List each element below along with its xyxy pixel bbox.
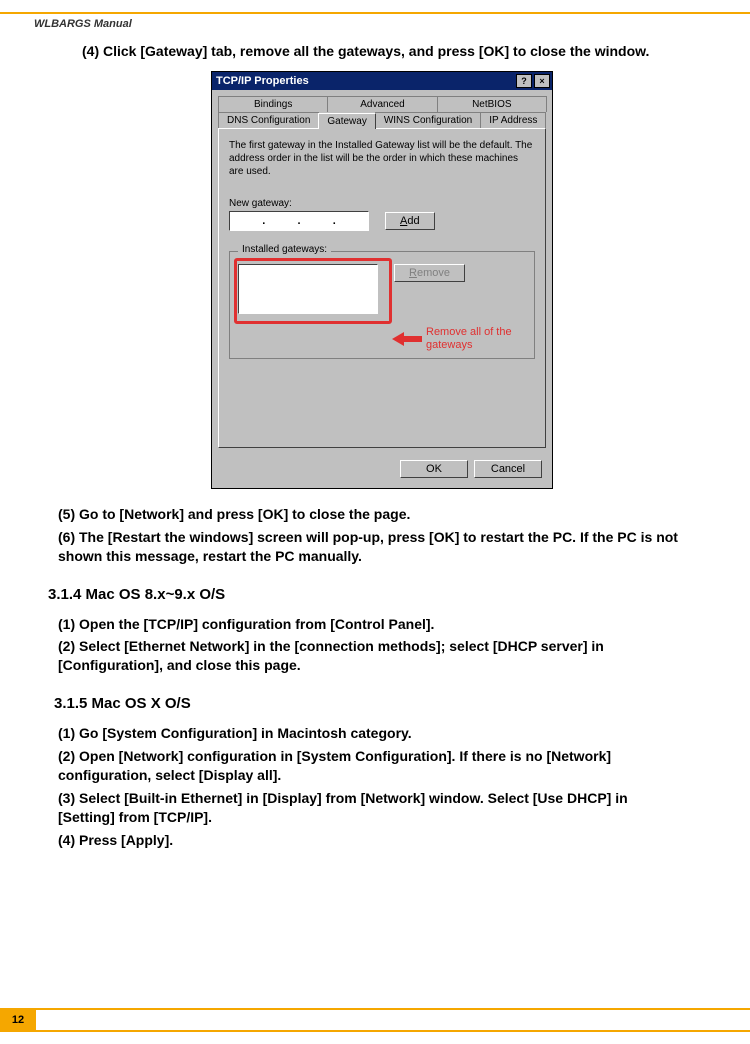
tab-advanced[interactable]: Advanced xyxy=(327,96,437,112)
installed-gateways-group: Installed gateways: Remove Remove all of… xyxy=(229,251,535,359)
heading-315: 3.1.5 Mac OS X O/S xyxy=(54,695,682,712)
tab-ip[interactable]: IP Address xyxy=(480,112,546,128)
new-gateway-label: New gateway: xyxy=(229,198,535,209)
page-content: (4) Click [Gateway] tab, remove all the … xyxy=(82,42,682,854)
add-button[interactable]: Add xyxy=(385,212,435,230)
step-4: (4) Click [Gateway] tab, remove all the … xyxy=(82,42,682,61)
tab-netbios[interactable]: NetBIOS xyxy=(437,96,547,112)
remove-button[interactable]: Remove xyxy=(394,264,465,282)
manual-title: WLBARGS Manual xyxy=(34,18,132,30)
tab-dns[interactable]: DNS Configuration xyxy=(218,112,319,128)
ok-button[interactable]: OK xyxy=(400,460,468,478)
tab-bindings[interactable]: Bindings xyxy=(218,96,328,112)
page-footer: 12 xyxy=(0,1008,750,1032)
gateway-panel: The first gateway in the Installed Gatew… xyxy=(218,128,546,448)
tab-wins[interactable]: WINS Configuration xyxy=(375,112,481,128)
sect315-step-2: (2) Open [Network] configuration in [Sys… xyxy=(58,747,682,785)
close-button[interactable]: × xyxy=(534,74,550,88)
tabs-front-row: DNS Configuration Gateway WINS Configura… xyxy=(212,112,552,128)
screenshot-container: TCP/IP Properties ? × Bindings Advanced … xyxy=(82,71,682,489)
new-gateway-input[interactable]: ... xyxy=(229,211,369,231)
step-5: (5) Go to [Network] and press [OK] to cl… xyxy=(58,505,682,524)
dialog-titlebar: TCP/IP Properties ? × xyxy=(212,72,552,90)
sect315-step-4: (4) Press [Apply]. xyxy=(58,831,682,850)
callout-highlight-box xyxy=(234,258,392,324)
step-6: (6) The [Restart the windows] screen wil… xyxy=(58,528,682,566)
heading-314: 3.1.4 Mac OS 8.x~9.x O/S xyxy=(48,586,682,603)
tab-gateway[interactable]: Gateway xyxy=(318,113,375,129)
top-divider xyxy=(0,12,750,14)
installed-gateways-label: Installed gateways: xyxy=(238,244,331,255)
tcpip-dialog: TCP/IP Properties ? × Bindings Advanced … xyxy=(211,71,553,489)
left-arrow-icon xyxy=(392,330,422,348)
callout-arrow: Remove all of the gateways xyxy=(392,326,534,352)
sect315-step-1: (1) Go [System Configuration] in Macinto… xyxy=(58,724,682,743)
page-number: 12 xyxy=(0,1010,36,1030)
tabs-back-row: Bindings Advanced NetBIOS xyxy=(212,90,552,112)
dialog-button-row: OK Cancel xyxy=(212,454,552,488)
sect315-step-3: (3) Select [Built-in Ethernet] in [Displ… xyxy=(58,789,682,827)
cancel-button[interactable]: Cancel xyxy=(474,460,542,478)
panel-description: The first gateway in the Installed Gatew… xyxy=(229,139,535,178)
sect314-step-2: (2) Select [Ethernet Network] in the [co… xyxy=(58,637,682,675)
help-button[interactable]: ? xyxy=(516,74,532,88)
callout-text: Remove all of the gateways xyxy=(426,326,534,352)
dialog-title: TCP/IP Properties xyxy=(214,75,514,87)
sect314-step-1: (1) Open the [TCP/IP] configuration from… xyxy=(58,615,682,634)
